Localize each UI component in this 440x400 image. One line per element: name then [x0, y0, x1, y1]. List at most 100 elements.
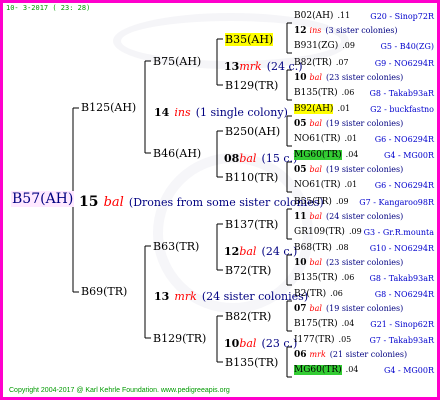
gen4-node-row: B135(TR) .06 G8 - Takab93aR [294, 88, 434, 98]
root-mating-type: bal [103, 195, 124, 210]
gen4-breeder-code: G3 - Gr.R.mounta [363, 228, 434, 237]
gen4-mating-year: 05 [294, 165, 307, 175]
gen2-node: B46(AH) [153, 147, 202, 160]
gen4-breeder-code: G8 - Takab93aR [369, 274, 434, 283]
gen4-node-row: MG60(TR) .04 G4 - MG00R [294, 150, 434, 160]
gen4-mating-note: (3 sister colonies) [325, 26, 398, 35]
root-mating-year: 15 [79, 194, 99, 210]
gen4-mating-note: (23 sister colonies) [325, 258, 404, 267]
gen4-mating-note: (21 sister colonies) [329, 350, 408, 359]
gen4-mating-year: 07 [294, 304, 307, 314]
gen3-node: B35(AH) [225, 33, 274, 46]
gen4-mating-row: 10 bal (23 sister colonies) [294, 73, 403, 83]
gen4-mating-row: 05 bal (19 sister colonies) [294, 165, 403, 175]
gen3-node: B129(TR) [225, 79, 279, 92]
gen4-breeder-code: G8 - NO6294R [374, 290, 434, 299]
gen4-node-row: B55(TR) .09 G7 - Kangaroo98R [294, 197, 434, 207]
gen4-breeder-code: G8 - Takab93aR [369, 89, 434, 98]
gen4-mating-type: bal [309, 212, 322, 221]
gen4-node-row: B135(TR) .06 G8 - Takab93aR [294, 273, 434, 283]
gen4-breeder-code: G7 - Takab93aR [369, 336, 434, 345]
gen4-queen-id: MG60(TR) [294, 150, 342, 160]
gen4-mating-year: 10 [294, 258, 307, 268]
gen3-node: B110(TR) [225, 171, 279, 184]
gen1-node-dam: B69(TR) [81, 285, 128, 298]
gen4-node-row: B68(TR) .08 G10 - NO6294R [294, 243, 434, 253]
gen4-breeder-code: G6 - NO6294R [374, 135, 434, 144]
gen4-inbreeding-value: .11 [337, 11, 351, 20]
gen4-inbreeding-value: .04 [345, 365, 359, 374]
gen4-mating-row: 06 mrk (21 sister colonies) [294, 350, 407, 360]
gen3-node: B135(TR) [225, 356, 279, 369]
gen4-inbreeding-value: .04 [345, 150, 359, 159]
gen2-mating: 10bal (23 c.) [224, 337, 298, 350]
gen4-queen-id: B55(TR) [294, 197, 332, 207]
gen4-queen-id: B68(TR) [294, 243, 332, 253]
gen4-mating-year: 06 [294, 350, 307, 360]
gen4-breeder-code: G21 - Sinop62R [370, 320, 434, 329]
gen4-mating-row: 05 bal (19 sister colonies) [294, 119, 403, 129]
gen4-mating-type: mrk [309, 350, 326, 359]
gen4-queen-id: B135(TR) [294, 88, 338, 98]
gen4-breeder-code: G4 - MG00R [383, 366, 434, 375]
gen4-mating-note: (23 sister colonies) [325, 73, 404, 82]
gen4-inbreeding-value: .07 [335, 58, 349, 67]
gen4-mating-year: 12 [294, 26, 307, 36]
gen4-node-row: B175(TR) .04 G21 - Sinop62R [294, 319, 434, 329]
gen4-node-row: NO61(TR) .01 G6 - NO6294R [294, 134, 434, 144]
gen4-breeder-code: G6 - NO6294R [374, 181, 434, 190]
pedigree-frame: 10- 3-2017 ( 23: 28) B57(AH) 15 bal (Dro… [0, 0, 440, 400]
gen4-node-row: MG60(TR) .04 G4 - MG00R [294, 365, 434, 375]
gen4-queen-id: B135(TR) [294, 273, 338, 283]
gen2-node: B75(AH) [153, 55, 202, 68]
gen4-node-row: B92(AH) .01 G2 - buckfastno [294, 104, 434, 114]
root-queen: B57(AH) [11, 191, 75, 207]
gen4-mating-year: 10 [294, 73, 307, 83]
gen4-inbreeding-value: .05 [338, 335, 352, 344]
gen4-inbreeding-value: .01 [337, 104, 351, 113]
gen4-mating-type: bal [309, 73, 322, 82]
gen4-mating-type: bal [309, 304, 322, 313]
gen4-queen-id: NO61(TR) [294, 180, 341, 190]
gen4-mating-row: 07 bal (19 sister colonies) [294, 304, 403, 314]
gen4-inbreeding-value: .09 [348, 227, 362, 236]
gen4-node-row: NO61(TR) .01 G6 - NO6294R [294, 180, 434, 190]
gen2-mating: 08bal (15 c.) [224, 152, 298, 165]
gen4-mating-type: bal [309, 258, 322, 267]
gen4-inbreeding-value: .01 [344, 180, 358, 189]
gen4-mating-note: (19 sister colonies) [325, 119, 404, 128]
gen4-mating-note: (19 sister colonies) [325, 165, 404, 174]
gen4-node-row: B931(ZG) .09 G5 - B40(ZG) [294, 41, 434, 51]
gen4-queen-id: B92(AH) [294, 104, 334, 114]
copyright-footer: Copyright 2004-2017 @ Karl Kehrle Founda… [9, 387, 230, 394]
gen4-inbreeding-value: .09 [342, 41, 355, 50]
gen4-queen-id: NO61(TR) [294, 134, 341, 144]
gen4-inbreeding-value: .06 [341, 88, 355, 97]
gen4-mating-type: ins [309, 26, 322, 35]
gen4-inbreeding-value: .08 [335, 243, 349, 252]
gen4-queen-id: B02(AH) [294, 11, 334, 21]
gen4-breeder-code: G10 - NO6294R [369, 244, 434, 253]
gen4-breeder-code: G7 - Kangaroo98R [359, 198, 434, 207]
gen2-mating: 13mrk (24 c.) [224, 60, 303, 73]
gen4-node-row: B2(TR) .06 G8 - NO6294R [294, 289, 434, 299]
gen4-node-row: B02(AH) .11 G20 - Sinop72R [294, 11, 434, 21]
gen4-queen-id: B82(TR) [294, 58, 332, 68]
gen4-node-row: B82(TR) .07 G9 - NO6294R [294, 58, 434, 68]
root-mating: 15 bal (Drones from some sister colonies… [79, 191, 324, 210]
gen4-inbreeding-value: .09 [335, 197, 349, 206]
gen4-inbreeding-value: .06 [330, 289, 343, 298]
gen2-mating: 12bal (24 c.) [224, 245, 298, 258]
gen4-mating-year: 11 [294, 212, 307, 222]
gen1-node-sire: B125(AH) [81, 101, 137, 114]
gen4-queen-id: B931(ZG) [294, 41, 339, 51]
gen4-queen-id: B175(TR) [294, 319, 338, 329]
gen4-mating-row: 12 ins (3 sister colonies) [294, 26, 398, 36]
gen1-mating-dam: 13 mrk (24 sister colonies) [154, 290, 309, 303]
gen4-queen-id: B2(TR) [294, 289, 327, 299]
gen4-queen-id: I177(TR) [294, 335, 335, 345]
gen4-inbreeding-value: .04 [341, 319, 355, 328]
gen2-node: B129(TR) [153, 332, 207, 345]
gen4-breeder-code: G20 - Sinop72R [370, 12, 434, 21]
gen4-mating-type: bal [309, 165, 322, 174]
